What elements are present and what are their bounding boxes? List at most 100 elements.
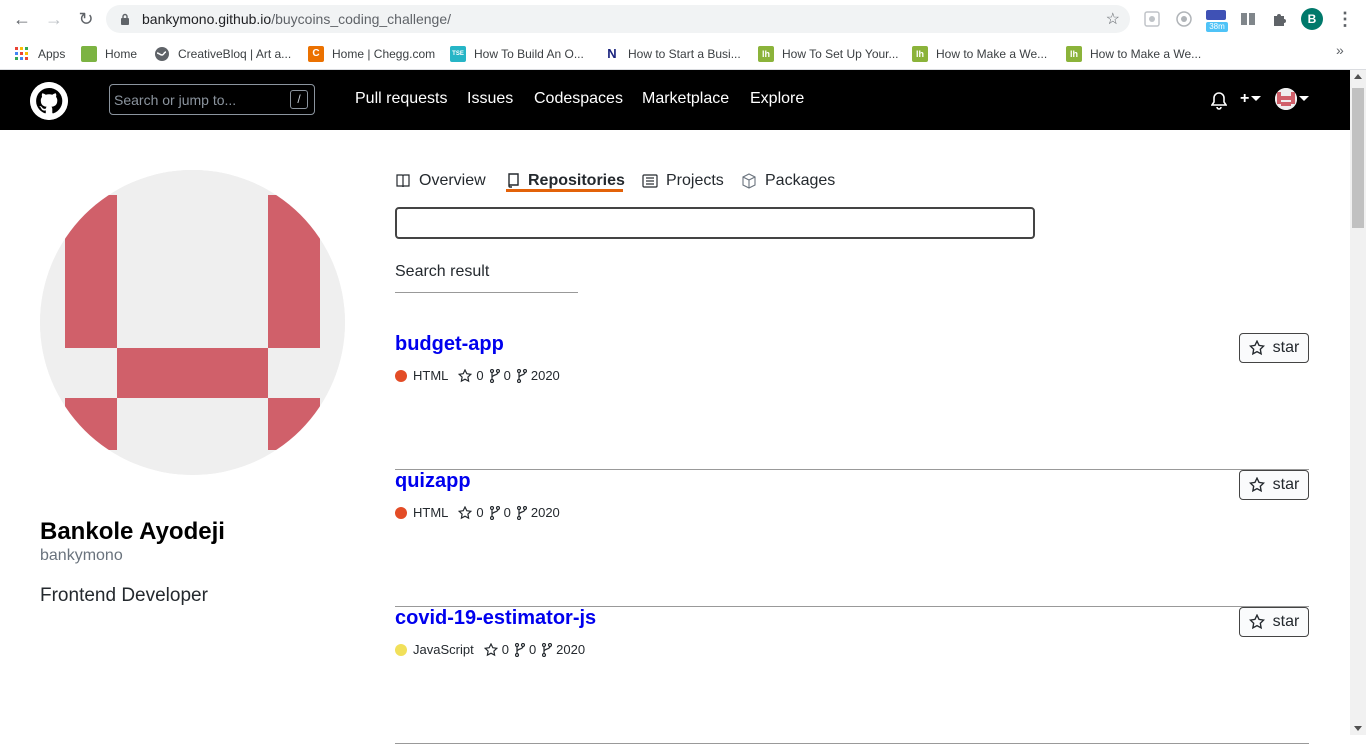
- fork-icon: [516, 368, 527, 383]
- timer-extension-icon[interactable]: 38m: [1206, 10, 1228, 32]
- bookmark-label: How to Make a We...: [1090, 47, 1202, 61]
- bookmark-apps[interactable]: Apps: [14, 44, 65, 64]
- repo-search-box[interactable]: [395, 207, 1035, 239]
- reload-icon[interactable]: ↻: [74, 8, 98, 30]
- avatar-caret-icon[interactable]: [1299, 96, 1309, 101]
- back-arrow-icon[interactable]: ←: [10, 8, 34, 30]
- repo-language: JavaScript: [413, 642, 474, 657]
- android-icon: [81, 46, 97, 62]
- nav-pull-requests[interactable]: Pull requests: [355, 90, 448, 108]
- repo-stars: 0: [483, 642, 509, 657]
- bookmark-label: Home | Chegg.com: [332, 47, 436, 61]
- repo-stars: 0: [458, 505, 484, 520]
- star-icon: [1248, 614, 1265, 630]
- bookmark-label: How to Start a Busi...: [628, 47, 741, 61]
- repo-name-link[interactable]: quizapp: [395, 470, 471, 493]
- active-tab-underline: [506, 189, 623, 192]
- slash-shortcut-hint: /: [290, 90, 308, 109]
- nav-explore[interactable]: Explore: [750, 90, 804, 108]
- repo-updated: 2020: [516, 505, 560, 520]
- bell-icon[interactable]: [1211, 92, 1227, 110]
- repo-item: quizapp HTML 0 0 2020 star: [395, 470, 1309, 607]
- repo-forks: 0: [489, 368, 511, 383]
- nav-issues[interactable]: Issues: [467, 90, 513, 108]
- fork-count: 0: [503, 368, 511, 383]
- bookmark-start-business[interactable]: N How to Start a Busi...: [604, 44, 741, 64]
- star-icon: [1248, 477, 1265, 493]
- tab-label: Repositories: [528, 172, 625, 189]
- github-logo-icon[interactable]: [30, 82, 68, 120]
- lh-icon: lh: [1066, 46, 1082, 62]
- lh-icon: lh: [912, 46, 928, 62]
- browser-profile-avatar[interactable]: B: [1301, 8, 1323, 30]
- global-search[interactable]: /: [109, 84, 315, 115]
- caret-down-icon: [1251, 96, 1262, 102]
- star-count: 0: [476, 368, 484, 383]
- globe-icon: [155, 47, 169, 61]
- bookmark-creativebloq[interactable]: CreativeBloq | Art a...: [154, 44, 291, 64]
- address-bar[interactable]: bankymono.github.io/buycoins_coding_chal…: [106, 5, 1130, 33]
- bookmark-star-icon[interactable]: ☆: [1106, 9, 1120, 29]
- user-avatar[interactable]: [1275, 88, 1297, 110]
- repo-updated: 2020: [542, 642, 585, 657]
- apps-grid-icon: [15, 47, 28, 60]
- star-icon: [458, 505, 473, 519]
- create-new-button[interactable]: +: [1240, 90, 1262, 108]
- star-icon: [483, 642, 498, 656]
- star-count: 0: [476, 505, 484, 520]
- forward-arrow-icon[interactable]: →: [42, 8, 66, 30]
- fork-icon: [514, 642, 525, 657]
- profile-username: bankymono: [40, 547, 123, 564]
- bookmark-setup[interactable]: lh How To Set Up Your...: [758, 44, 899, 64]
- star-button[interactable]: star: [1239, 607, 1309, 637]
- scroll-down-arrow-icon[interactable]: [1354, 726, 1362, 731]
- tab-label: Overview: [419, 172, 486, 189]
- repo-name-link[interactable]: budget-app: [395, 333, 504, 356]
- extension-icon[interactable]: [1143, 10, 1161, 28]
- extension-icon[interactable]: [1175, 10, 1193, 28]
- bookmark-home[interactable]: Home: [81, 44, 137, 64]
- bookmark-label: How To Set Up Your...: [782, 47, 899, 61]
- tab-overview[interactable]: Overview: [395, 169, 486, 193]
- star-button[interactable]: star: [1239, 470, 1309, 500]
- nav-codespaces[interactable]: Codespaces: [534, 90, 623, 108]
- bookmark-make-website-2[interactable]: lh How to Make a We...: [1066, 44, 1201, 64]
- book-icon: [396, 174, 410, 188]
- tab-projects[interactable]: Projects: [642, 169, 724, 193]
- lh-icon: lh: [758, 46, 774, 62]
- nav-marketplace[interactable]: Marketplace: [642, 90, 729, 108]
- language-color-dot: [395, 643, 407, 656]
- scroll-up-arrow-icon[interactable]: [1354, 74, 1362, 79]
- repo-search-input[interactable]: [397, 209, 1033, 237]
- tab-label: Projects: [666, 172, 724, 189]
- star-button[interactable]: star: [1239, 333, 1309, 363]
- bookmark-label: Home: [105, 47, 138, 61]
- puzzle-extensions-icon[interactable]: [1271, 10, 1289, 28]
- page-scrollbar[interactable]: [1350, 70, 1366, 735]
- repo-name-link[interactable]: covid-19-estimator-js: [395, 607, 596, 630]
- browser-toolbar: ← → ↻ bankymono.github.io/buycoins_codin…: [0, 0, 1366, 38]
- bookmark-chegg[interactable]: C Home | Chegg.com: [308, 44, 435, 64]
- reading-list-icon[interactable]: [1239, 10, 1257, 28]
- bookmark-tse[interactable]: TSE How To Build An O...: [450, 44, 584, 64]
- star-icon: [1248, 340, 1265, 356]
- n-icon: N: [607, 46, 617, 61]
- scrollbar-thumb[interactable]: [1352, 88, 1364, 228]
- bookmark-make-website[interactable]: lh How to Make a We...: [912, 44, 1047, 64]
- browser-menu-icon[interactable]: ⋮: [1336, 9, 1354, 29]
- repo-meta: HTML 0 0 2020: [395, 505, 566, 520]
- bookmarks-overflow-button[interactable]: »: [1336, 42, 1344, 58]
- repo-icon: [508, 173, 519, 188]
- bookmark-label: CreativeBloq | Art a...: [178, 47, 292, 61]
- tab-packages[interactable]: Packages: [741, 169, 835, 193]
- repo-meta: JavaScript 0 0 2020: [395, 642, 591, 657]
- fork-icon: [489, 368, 500, 383]
- global-search-input[interactable]: [114, 90, 284, 110]
- star-count: 0: [501, 642, 509, 657]
- fork-icon: [516, 505, 527, 520]
- chegg-icon: C: [308, 46, 324, 62]
- language-color-dot: [395, 369, 407, 382]
- fork-icon: [542, 642, 553, 657]
- repo-stars: 0: [458, 368, 484, 383]
- repo-year: 2020: [530, 505, 560, 520]
